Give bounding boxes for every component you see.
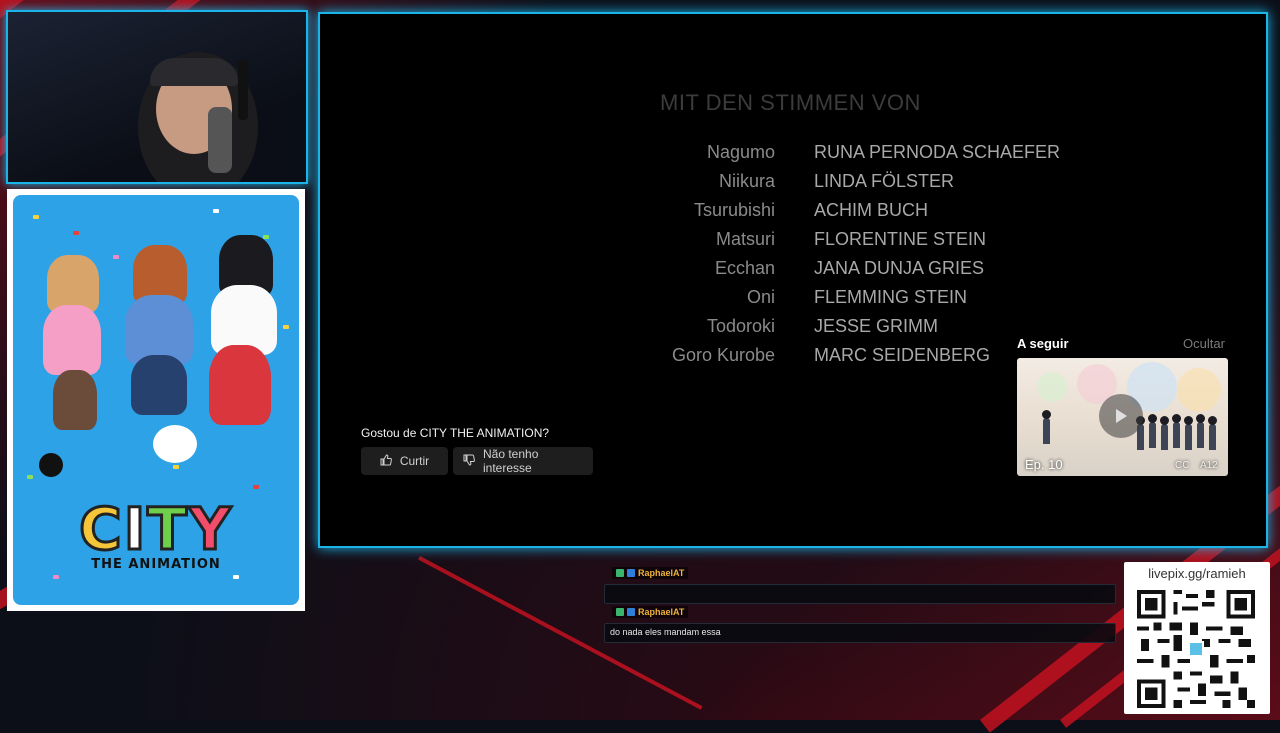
thumbs-up-icon	[380, 453, 392, 469]
chat-header: RaphaelAT	[612, 567, 689, 579]
hide-up-next-button[interactable]: Ocultar	[1183, 336, 1225, 351]
poster-title: CITY	[78, 494, 233, 565]
credit-actor: JESSE GRIMM	[814, 316, 939, 336]
video-player[interactable]: MIT DEN STIMMEN VON Nagumo RUNA PERNODA …	[318, 12, 1268, 548]
donation-qr-panel: livepix.gg/ramieh	[1124, 562, 1270, 714]
play-icon[interactable]	[1099, 394, 1143, 438]
moderator-badge-icon	[627, 569, 635, 577]
subscriber-badge-icon	[616, 608, 624, 616]
credit-role: Matsuri	[715, 229, 775, 249]
credit-row: Tsurubishi ACHIM BUCH	[320, 200, 1270, 229]
episode-number: Ep. 10	[1025, 457, 1063, 472]
credit-actor: JANA DUNJA GRIES	[814, 258, 985, 278]
chat-message: RaphaelAT	[604, 564, 1116, 604]
subscriber-badge-icon	[616, 569, 624, 577]
like-label: Curtir	[399, 454, 430, 468]
credit-actor: LINDA FÖLSTER	[814, 171, 955, 191]
credit-row: Nagumo RUNA PERNODA SCHAEFER	[320, 142, 1270, 171]
credit-role: Ecchan	[714, 258, 775, 278]
credit-role: Oni	[746, 287, 775, 307]
credit-actor: RUNA PERNODA SCHAEFER	[814, 142, 1061, 162]
moderator-badge-icon	[627, 608, 635, 616]
anime-poster: CITY THE ANIMATION	[7, 189, 305, 611]
qr-code-icon	[1137, 590, 1255, 708]
chat-message: RaphaelAT do nada eles mandam essa	[604, 603, 1116, 643]
chat-header: RaphaelAT	[612, 606, 689, 618]
credit-row: Niikura LINDA FÖLSTER	[320, 171, 1270, 200]
donation-url: livepix.gg/ramieh	[1148, 566, 1246, 581]
age-rating-badge: A12	[1200, 460, 1218, 471]
thumbs-down-icon	[463, 454, 475, 469]
chat-username: RaphaelAT	[638, 568, 685, 578]
up-next-label: A seguir	[1017, 336, 1069, 351]
like-button[interactable]: Curtir	[361, 447, 448, 475]
not-interested-label: Não tenho interesse	[483, 447, 539, 475]
credit-role: Tsurubishi	[693, 200, 775, 220]
chat-username: RaphaelAT	[638, 607, 685, 617]
credit-row: Ecchan JANA DUNJA GRIES	[320, 258, 1270, 287]
credit-role: Todoroki	[706, 316, 775, 336]
credit-row: Matsuri FLORENTINE STEIN	[320, 229, 1270, 258]
credit-row: Todoroki JESSE GRIMM	[320, 316, 1270, 345]
credit-actor: FLEMMING STEIN	[814, 287, 968, 307]
chat-text: do nada eles mandam essa	[604, 623, 1116, 643]
poster-subtitle: THE ANIMATION	[91, 557, 221, 572]
credit-role: Goro Kurobe	[671, 345, 775, 365]
cc-badge: CC	[1175, 460, 1190, 471]
credit-actor: FLORENTINE STEIN	[814, 229, 987, 249]
credit-row: Oni FLEMMING STEIN	[320, 287, 1270, 316]
credit-actor: ACHIM BUCH	[814, 200, 929, 220]
feedback-question: Gostou de CITY THE ANIMATION?	[361, 426, 550, 440]
credit-role: Niikura	[718, 171, 775, 191]
chat-text	[604, 584, 1116, 604]
next-episode-thumbnail[interactable]: Ep. 10 CC A12	[1017, 358, 1228, 476]
credits-heading: MIT DEN STIMMEN VON	[660, 90, 921, 115]
webcam-feed	[6, 10, 308, 184]
credit-role: Nagumo	[706, 142, 775, 162]
credit-actor: MARC SEIDENBERG	[814, 345, 991, 365]
not-interested-button[interactable]: Não tenho interesse	[453, 447, 593, 475]
